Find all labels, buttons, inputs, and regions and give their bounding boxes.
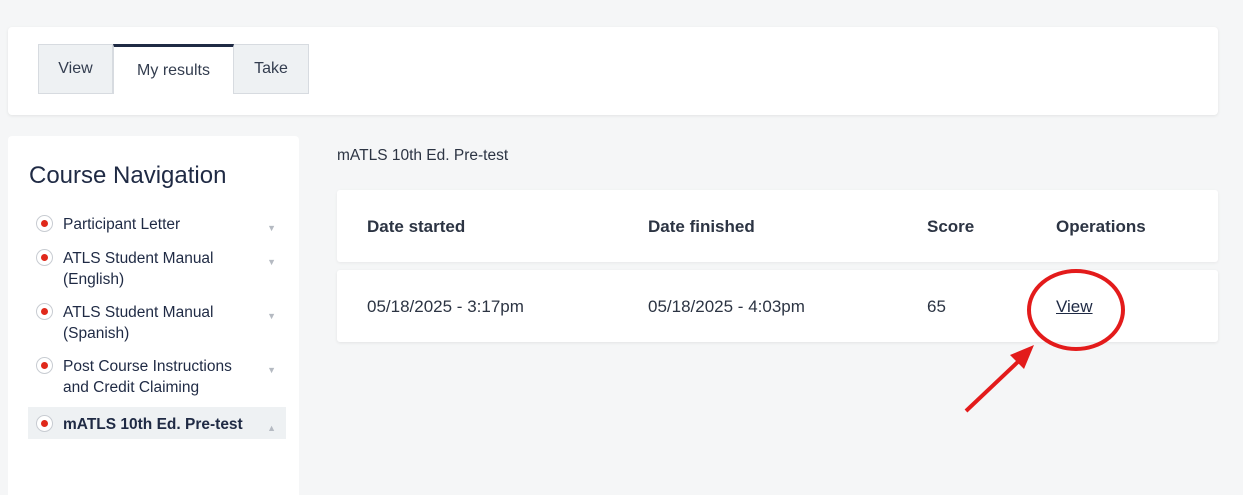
table-row: 05/18/2025 - 3:17pm 05/18/2025 - 4:03pm …: [337, 270, 1218, 342]
chevron-up-icon[interactable]: ▲: [267, 418, 276, 439]
nav-item-manual-english[interactable]: ATLS Student Manual (English) ▼: [28, 245, 286, 294]
column-header-score: Score: [927, 217, 975, 236]
tab-take[interactable]: Take: [234, 44, 309, 94]
nav-item-post-course[interactable]: Post Course Instructions and Credit Clai…: [28, 353, 286, 402]
course-navigation-sidebar: Course Navigation Participant Letter ▼ A…: [8, 136, 299, 495]
cell-date-started: 05/18/2025 - 3:17pm: [367, 297, 524, 316]
sidebar-title: Course Navigation: [29, 162, 227, 189]
column-header-date-finished: Date finished: [648, 217, 755, 236]
nav-item-label: ATLS Student Manual (English): [63, 250, 214, 288]
nav-item-label: Post Course Instructions and Credit Clai…: [63, 358, 232, 396]
cell-date-finished: 05/18/2025 - 4:03pm: [648, 297, 805, 316]
tab-my-results[interactable]: My results: [113, 44, 234, 94]
local-tasks-card: View My results Take: [8, 27, 1218, 115]
status-dot-icon: [36, 215, 53, 232]
page-title: mATLS 10th Ed. Pre-test: [337, 147, 509, 164]
column-header-operations: Operations: [1056, 217, 1146, 236]
nav-item-label: mATLS 10th Ed. Pre-test: [63, 416, 243, 433]
nav-item-label: ATLS Student Manual (Spanish): [63, 304, 214, 342]
status-dot-icon: [36, 357, 53, 374]
status-dot-icon: [36, 303, 53, 320]
chevron-down-icon[interactable]: ▼: [267, 306, 276, 327]
chevron-down-icon[interactable]: ▼: [267, 360, 276, 381]
nav-list: Participant Letter ▼ ATLS Student Manual…: [28, 211, 286, 439]
tabs: View My results Take: [38, 44, 309, 94]
status-dot-icon: [36, 249, 53, 266]
tab-view[interactable]: View: [38, 44, 113, 94]
pointer-arrow-line: [964, 356, 1024, 413]
chevron-down-icon[interactable]: ▼: [267, 252, 276, 273]
view-result-link[interactable]: View: [1056, 297, 1093, 317]
cell-score: 65: [927, 297, 946, 316]
nav-item-manual-spanish[interactable]: ATLS Student Manual (Spanish) ▼: [28, 299, 286, 348]
table-header: Date started Date finished Score Operati…: [337, 190, 1218, 262]
nav-item-label: Participant Letter: [63, 216, 181, 233]
column-header-date-started: Date started: [367, 217, 466, 236]
chevron-down-icon[interactable]: ▼: [267, 218, 276, 239]
nav-item-participant-letter[interactable]: Participant Letter ▼: [28, 211, 286, 240]
pointer-arrow-head: [1010, 345, 1034, 369]
status-dot-icon: [36, 415, 53, 432]
nav-item-pretest[interactable]: mATLS 10th Ed. Pre-test ▲: [28, 407, 286, 439]
